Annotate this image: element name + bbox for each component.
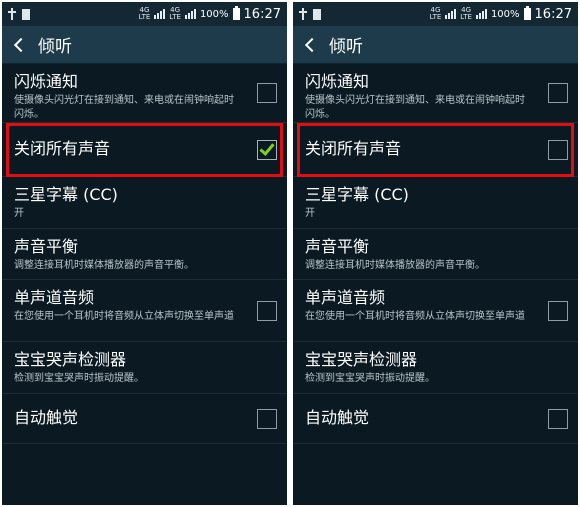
flash-notification-checkbox[interactable]	[548, 83, 568, 103]
notification-icon	[313, 8, 321, 20]
flash-notification-checkbox[interactable]	[257, 83, 277, 103]
setting-title: 闪烁通知	[305, 72, 370, 91]
status-bar: 4G LTE 4G LTE 100% 16:27	[2, 2, 287, 26]
mute-all-sounds-checkbox[interactable]	[548, 139, 568, 160]
setting-title: 自动触觉	[305, 408, 370, 427]
setting-flash-notification[interactable]: 闪烁通知 使摄像头闪光灯在接到通知、来电或在闹钟响起时闪烁。	[2, 64, 287, 123]
app-bar: 倾听	[2, 26, 287, 64]
network-type-indicator: 4G LTE	[139, 7, 151, 21]
setting-title: 宝宝哭声检测器	[14, 350, 127, 369]
phone-screen-right: 4G LTE 4G LTE 100% 16:27 倾听 闪烁通知 使摄像头闪光灯…	[293, 2, 578, 505]
network-sublabel-2: LTE	[169, 13, 181, 21]
app-bar: 倾听	[293, 26, 578, 64]
setting-flash-notification[interactable]: 闪烁通知 使摄像头闪光灯在接到通知、来电或在闹钟响起时闪烁。	[293, 64, 578, 123]
auto-haptic-checkbox[interactable]	[548, 408, 568, 429]
auto-haptic-checkbox[interactable]	[257, 408, 277, 429]
setting-subtitle: 在您使用一个耳机时将音频从立体声切换至单声道	[14, 311, 234, 322]
network-type-indicator-2: 4G LTE	[169, 7, 181, 21]
back-arrow-icon[interactable]	[13, 37, 29, 52]
network-sublabel-2: LTE	[460, 13, 472, 21]
setting-mute-all-sounds[interactable]: 关闭所有声音	[293, 123, 578, 177]
setting-subtitle: 开	[14, 208, 24, 219]
setting-mono-audio[interactable]: 单声道音频 在您使用一个耳机时将音频从立体声切换至单声道	[293, 280, 578, 342]
battery-level: 100%	[199, 8, 229, 20]
back-arrow-icon[interactable]	[304, 37, 320, 52]
page-title: 倾听	[329, 37, 363, 57]
network-sublabel: LTE	[138, 13, 151, 21]
setting-subtitle: 开	[305, 208, 315, 219]
network-type-indicator-2: 4G LTE	[460, 7, 472, 21]
network-type-indicator: 4G LTE	[430, 7, 442, 21]
setting-title: 闪烁通知	[14, 72, 79, 91]
setting-title: 三星字幕 (CC)	[14, 185, 118, 204]
page-title: 倾听	[38, 37, 72, 57]
setting-subtitle: 在您使用一个耳机时将音频从立体声切换至单声道	[305, 311, 525, 322]
signal-icon	[445, 9, 457, 19]
setting-title: 自动触觉	[14, 408, 79, 427]
checkmark-icon	[259, 139, 275, 156]
setting-auto-haptic[interactable]: 自动触觉	[2, 394, 287, 444]
setting-subtitle: 使摄像头闪光灯在接到通知、来电或在闹钟响起时闪烁。	[14, 95, 234, 120]
setting-title: 三星字幕 (CC)	[305, 185, 409, 204]
clock: 16:27	[534, 6, 572, 22]
phone-screen-left: 4G LTE 4G LTE 100% 16:27 倾听 闪烁通知 使摄像头闪光灯…	[2, 2, 287, 505]
setting-mute-all-sounds[interactable]: 关闭所有声音	[2, 123, 287, 177]
setting-subtitle: 检测到宝宝哭声时振动提醒。	[14, 373, 144, 384]
signal-icon-2	[475, 9, 487, 19]
setting-samsung-captions[interactable]: 三星字幕 (CC) 开	[2, 177, 287, 229]
signal-icon	[154, 9, 166, 19]
battery-level: 100%	[490, 8, 520, 20]
setting-baby-cry-detector[interactable]: 宝宝哭声检测器 检测到宝宝哭声时振动提醒。	[293, 342, 578, 394]
setting-title: 宝宝哭声检测器	[305, 350, 418, 369]
clock: 16:27	[243, 6, 281, 22]
setting-title: 声音平衡	[14, 237, 79, 256]
settings-list: 闪烁通知 使摄像头闪光灯在接到通知、来电或在闹钟响起时闪烁。 关闭所有声音 三星…	[293, 64, 578, 444]
setting-samsung-captions[interactable]: 三星字幕 (CC) 开	[293, 177, 578, 229]
setting-subtitle: 使摄像头闪光灯在接到通知、来电或在闹钟响起时闪烁。	[305, 95, 525, 120]
setting-sound-balance[interactable]: 声音平衡 调整连接耳机时媒体播放器的声音平衡。	[2, 229, 287, 280]
setting-mono-audio[interactable]: 单声道音频 在您使用一个耳机时将音频从立体声切换至单声道	[2, 280, 287, 342]
setting-subtitle: 调整连接耳机时媒体播放器的声音平衡。	[14, 260, 194, 271]
usb-icon	[299, 8, 307, 20]
notification-icon	[22, 8, 30, 20]
setting-sound-balance[interactable]: 声音平衡 调整连接耳机时媒体播放器的声音平衡。	[293, 229, 578, 280]
mono-audio-checkbox[interactable]	[257, 300, 277, 321]
battery-icon	[523, 6, 531, 20]
setting-title: 关闭所有声音	[305, 139, 402, 158]
settings-list: 闪烁通知 使摄像头闪光灯在接到通知、来电或在闹钟响起时闪烁。 关闭所有声音 三星…	[2, 64, 287, 444]
signal-icon-2	[184, 9, 196, 19]
mute-all-sounds-checkbox[interactable]	[257, 139, 277, 160]
status-bar: 4G LTE 4G LTE 100% 16:27	[293, 2, 578, 26]
usb-icon	[8, 8, 16, 20]
setting-subtitle: 检测到宝宝哭声时振动提醒。	[305, 373, 435, 384]
setting-title: 声音平衡	[305, 237, 370, 256]
battery-icon	[232, 6, 240, 20]
mono-audio-checkbox[interactable]	[548, 300, 568, 321]
setting-title: 关闭所有声音	[14, 139, 111, 158]
setting-subtitle: 调整连接耳机时媒体播放器的声音平衡。	[305, 260, 485, 271]
setting-auto-haptic[interactable]: 自动触觉	[293, 394, 578, 444]
setting-title: 单声道音频	[14, 288, 95, 307]
setting-baby-cry-detector[interactable]: 宝宝哭声检测器 检测到宝宝哭声时振动提醒。	[2, 342, 287, 394]
setting-title: 单声道音频	[305, 288, 386, 307]
network-sublabel: LTE	[429, 13, 442, 21]
